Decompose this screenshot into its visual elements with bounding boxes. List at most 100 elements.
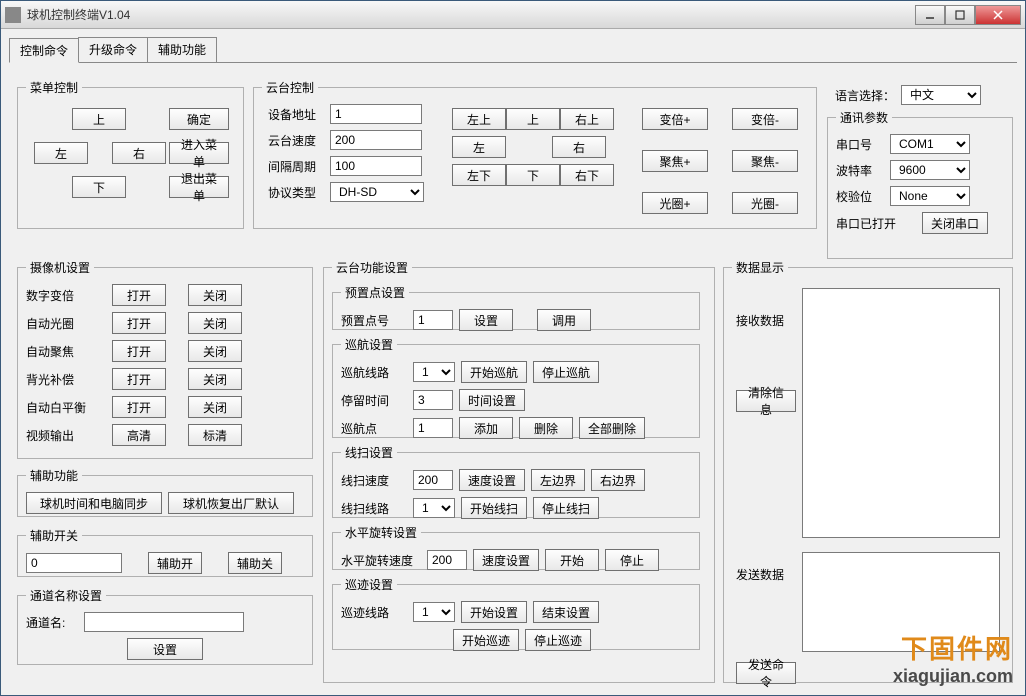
legend-ptz-fn: 云台功能设置 [332,259,412,276]
focus-in-button[interactable]: 聚焦+ [642,150,708,172]
tab-control[interactable]: 控制命令 [9,38,79,63]
label-proto: 协议类型 [268,184,324,201]
linescan-left-button[interactable]: 左边界 [531,469,585,491]
label-port-status: 串口已打开 [836,215,916,232]
aux-off-button[interactable]: 辅助关 [228,552,282,574]
cruise-add-button[interactable]: 添加 [459,417,513,439]
ptz-bottom-right-button[interactable]: 右下 [560,164,614,186]
airis-close-button[interactable]: 关闭 [188,312,242,334]
select-baud[interactable]: 9600 [890,160,970,180]
group-camera: 摄像机设置 数字变倍打开关闭 自动光圈打开关闭 自动聚焦打开关闭 背光补偿打开关… [17,259,313,459]
cruise-point-input[interactable] [413,418,453,438]
iris-out-button[interactable]: 光圈- [732,192,798,214]
label-channel-name: 通道名: [26,614,78,631]
afocus-close-button[interactable]: 关闭 [188,340,242,362]
zoom-in-button[interactable]: 变倍+ [642,108,708,130]
vout-sd-button[interactable]: 标清 [188,424,242,446]
channel-name-set-button[interactable]: 设置 [127,638,203,660]
close-port-button[interactable]: 关闭串口 [922,212,988,234]
ptz-right-button[interactable]: 右 [552,136,606,158]
input-dev-addr[interactable] [330,104,422,124]
dzoom-close-button[interactable]: 关闭 [188,284,242,306]
vout-hd-button[interactable]: 高清 [112,424,166,446]
select-port[interactable]: COM1 [890,134,970,154]
time-set-button[interactable]: 时间设置 [459,389,525,411]
blc-open-button[interactable]: 打开 [112,368,166,390]
sync-time-button[interactable]: 球机时间和电脑同步 [26,492,162,514]
ptz-bottom-left-button[interactable]: 左下 [452,164,506,186]
cruise-route-select[interactable]: 1 [413,362,455,382]
input-interval[interactable] [330,156,422,176]
blc-close-button[interactable]: 关闭 [188,368,242,390]
tab-upgrade[interactable]: 升级命令 [78,37,148,62]
zoom-out-button[interactable]: 变倍- [732,108,798,130]
menu-exit-button[interactable]: 退出菜单 [169,176,229,198]
label-dev-addr: 设备地址 [268,106,324,123]
awb-open-button[interactable]: 打开 [112,396,166,418]
menu-right-button[interactable]: 右 [112,142,166,164]
clear-info-button[interactable]: 清除信息 [736,390,796,412]
dzoom-open-button[interactable]: 打开 [112,284,166,306]
tour-route-select[interactable]: 1 [413,602,455,622]
hrot-stop-button[interactable]: 停止 [605,549,659,571]
label-ptz-speed: 云台速度 [268,132,324,149]
tab-aux[interactable]: 辅助功能 [147,37,217,62]
linescan-right-button[interactable]: 右边界 [591,469,645,491]
tour-stop-button[interactable]: 停止巡迹 [525,629,591,651]
awb-close-button[interactable]: 关闭 [188,396,242,418]
select-language[interactable]: 中文 [901,85,981,105]
stay-time-input[interactable] [413,390,453,410]
tour-start-set-button[interactable]: 开始设置 [461,601,527,623]
cruise-del-button[interactable]: 删除 [519,417,573,439]
minimize-button[interactable] [915,5,945,25]
send-textarea[interactable] [802,552,1000,652]
ptz-bottom-button[interactable]: 下 [506,164,560,186]
select-proto[interactable]: DH-SD [330,182,424,202]
label-hrot-speed: 水平旋转速度 [341,552,421,569]
menu-down-button[interactable]: 下 [72,176,126,198]
legend-data-display: 数据显示 [732,259,788,276]
close-button[interactable] [975,5,1021,25]
preset-set-button[interactable]: 设置 [459,309,513,331]
preset-num-input[interactable] [413,310,453,330]
hrot-speed-input[interactable] [427,550,467,570]
preset-call-button[interactable]: 调用 [537,309,591,331]
linescan-stop-button[interactable]: 停止线扫 [533,497,599,519]
linescan-route-select[interactable]: 1 [413,498,455,518]
ptz-left-button[interactable]: 左 [452,136,506,158]
cruise-start-button[interactable]: 开始巡航 [461,361,527,383]
ptz-top-right-button[interactable]: 右上 [560,108,614,130]
linescan-speed-set-button[interactable]: 速度设置 [459,469,525,491]
cruise-del-all-button[interactable]: 全部删除 [579,417,645,439]
ptz-top-button[interactable]: 上 [506,108,560,130]
ptz-top-left-button[interactable]: 左上 [452,108,506,130]
hrot-speed-set-button[interactable]: 速度设置 [473,549,539,571]
input-ptz-speed[interactable] [330,130,422,150]
channel-name-input[interactable] [84,612,244,632]
maximize-button[interactable] [945,5,975,25]
send-cmd-button[interactable]: 发送命令 [736,662,796,684]
tour-end-set-button[interactable]: 结束设置 [533,601,599,623]
menu-up-button[interactable]: 上 [72,108,126,130]
menu-enter-button[interactable]: 进入菜单 [169,142,229,164]
factory-reset-button[interactable]: 球机恢复出厂默认 [168,492,294,514]
label-linescan-route: 线扫线路 [341,500,407,517]
linescan-speed-input[interactable] [413,470,453,490]
label-send: 发送数据 [736,566,784,583]
iris-in-button[interactable]: 光圈+ [642,192,708,214]
afocus-open-button[interactable]: 打开 [112,340,166,362]
menu-ok-button[interactable]: 确定 [169,108,229,130]
legend-camera: 摄像机设置 [26,259,94,276]
select-parity[interactable]: None [890,186,970,206]
hrot-start-button[interactable]: 开始 [545,549,599,571]
recv-textarea[interactable] [802,288,1000,538]
focus-out-button[interactable]: 聚焦- [732,150,798,172]
menu-left-button[interactable]: 左 [34,142,88,164]
linescan-start-button[interactable]: 开始线扫 [461,497,527,519]
aux-switch-input[interactable] [26,553,122,573]
aux-on-button[interactable]: 辅助开 [148,552,202,574]
airis-open-button[interactable]: 打开 [112,312,166,334]
cruise-stop-button[interactable]: 停止巡航 [533,361,599,383]
group-data-display: 数据显示 接收数据 清除信息 发送数据 发送命令 [723,259,1013,683]
tour-start-button[interactable]: 开始巡迹 [453,629,519,651]
